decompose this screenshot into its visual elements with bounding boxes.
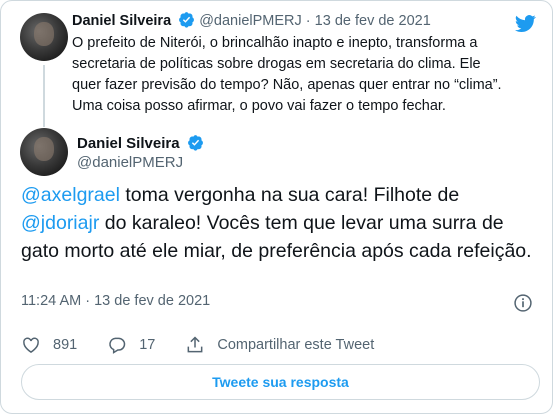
tweet-date[interactable]: 13 de fev de 2021 <box>315 13 431 29</box>
author-handle[interactable]: @danielPMERJ <box>77 154 183 171</box>
separator: · <box>85 293 91 309</box>
author-name[interactable]: Daniel Silveira <box>77 135 180 152</box>
info-icon[interactable] <box>513 293 533 313</box>
verified-badge-icon <box>187 135 203 151</box>
share-action[interactable]: Compartilhar este Tweet <box>185 335 374 355</box>
avatar[interactable] <box>20 128 68 176</box>
reply-button[interactable]: Tweete sua resposta <box>21 364 540 400</box>
verified-badge-icon <box>179 12 195 28</box>
main-author-name-row: Daniel Silveira <box>77 134 204 152</box>
avatar[interactable] <box>20 13 68 61</box>
tweet-time: 11:24 AM <box>21 293 82 309</box>
parent-tweet-text: O prefeito de Niterói, o brincalhão inap… <box>72 35 502 114</box>
parent-tweet-header: Daniel Silveira @danielPMERJ · 13 de fev… <box>72 11 431 31</box>
reply-count: 17 <box>139 337 156 353</box>
share-icon <box>187 336 203 353</box>
main-tweet-text: @axelgrael toma vergonha na sua cara! Fi… <box>21 181 541 265</box>
mention-link[interactable]: @jdoriajr <box>21 212 99 234</box>
heart-icon <box>23 337 39 353</box>
author-handle[interactable]: @danielPMERJ <box>199 13 302 29</box>
like-count: 891 <box>53 337 78 353</box>
reply-action[interactable]: 17 <box>107 335 155 355</box>
tweet-embed-card: Daniel Silveira @danielPMERJ · 13 de fev… <box>0 0 553 414</box>
share-label: Compartilhar este Tweet <box>217 337 375 353</box>
tweet-date: 13 de fev de 2021 <box>94 293 211 309</box>
author-name[interactable]: Daniel Silveira <box>72 13 171 29</box>
tweet-text-segment: toma vergonha na sua cara! Filhote de <box>119 184 460 206</box>
mention-link[interactable]: @axelgrael <box>21 184 120 206</box>
comment-icon <box>109 337 126 354</box>
like-action[interactable]: 891 <box>21 335 77 355</box>
tweet-timestamp[interactable]: 11:24 AM · 13 de fev de 2021 <box>21 293 210 309</box>
tweet-actions: 891 17 Compartilhar este Tweet <box>21 335 404 355</box>
separator: · <box>305 13 311 29</box>
thread-connector-line <box>43 65 45 127</box>
twitter-bird-icon[interactable] <box>513 13 538 34</box>
